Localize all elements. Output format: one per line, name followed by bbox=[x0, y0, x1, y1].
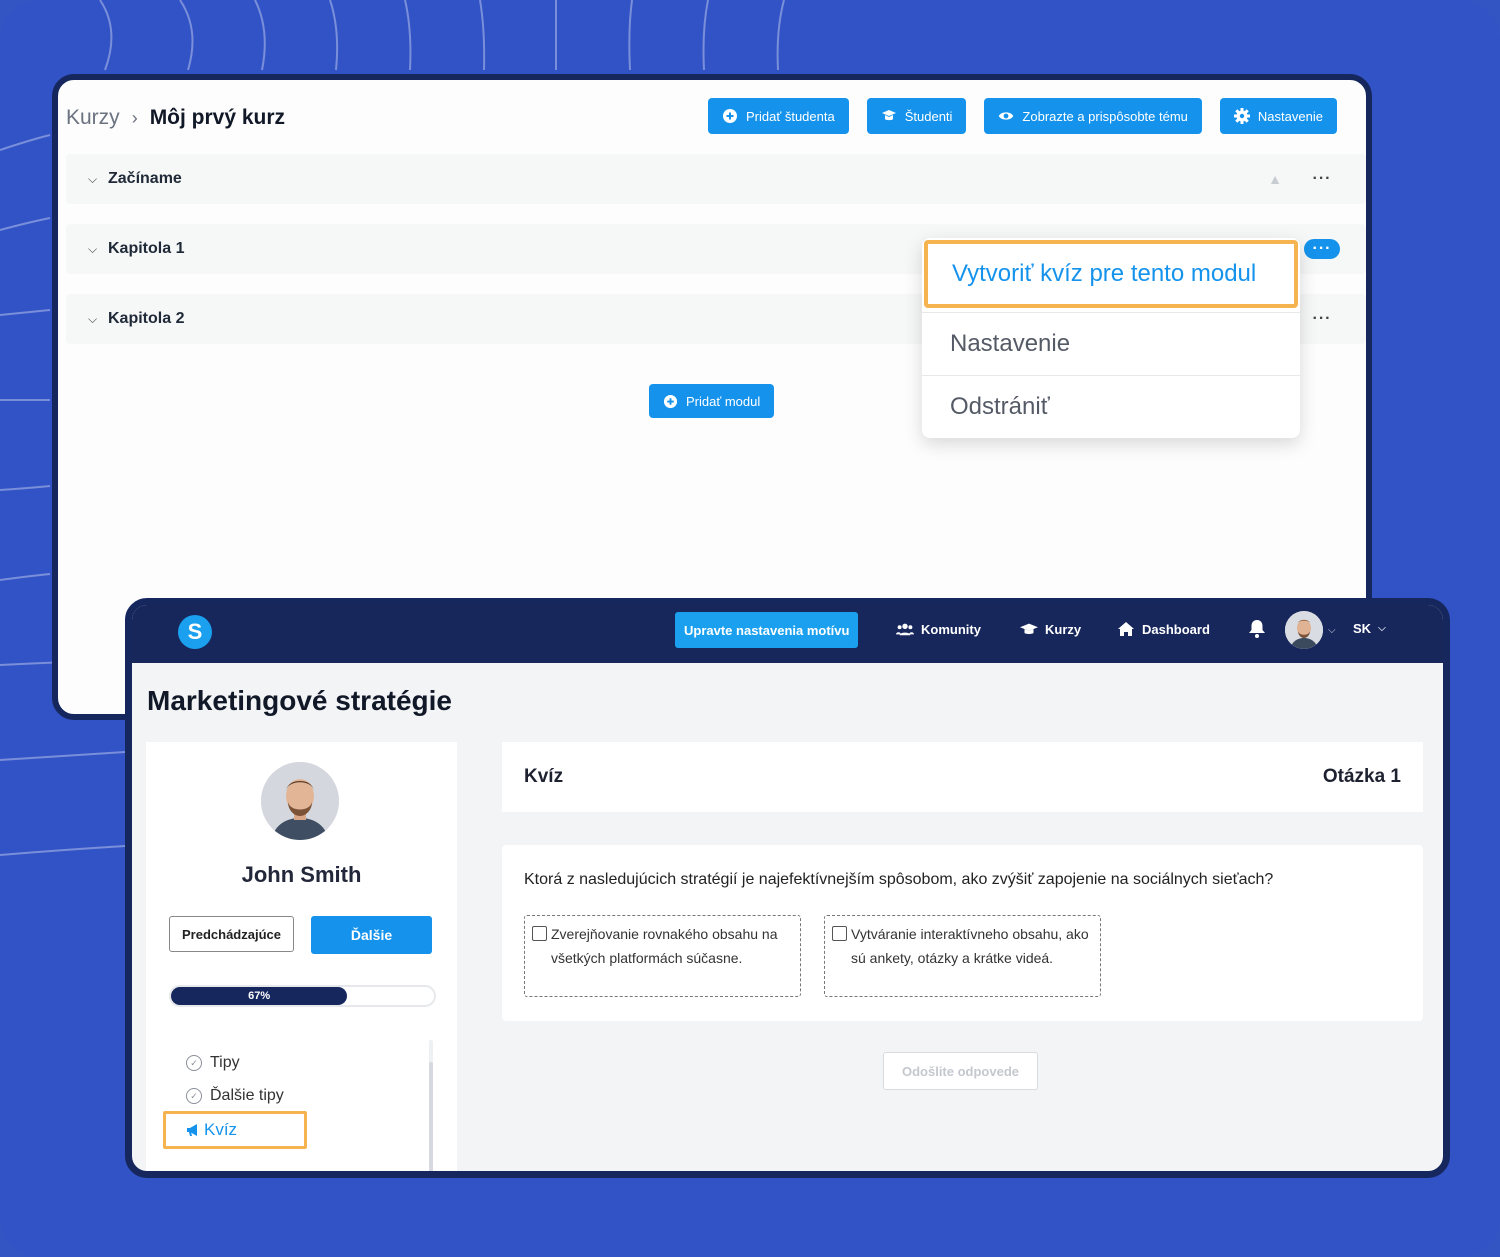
check-circle-icon: ✓ bbox=[186, 1055, 202, 1071]
question-number: Otázka 1 bbox=[1322, 766, 1401, 787]
add-student-label: Pridať študenta bbox=[746, 108, 835, 124]
home-icon bbox=[1118, 622, 1134, 636]
gear-icon bbox=[1233, 108, 1250, 124]
menu-item-settings[interactable]: Nastavenie bbox=[922, 312, 1300, 375]
graduation-cap-icon bbox=[1020, 623, 1038, 634]
next-button[interactable]: Ďalšie bbox=[311, 916, 432, 954]
graduation-cap-icon[interactable]: ▲ bbox=[1268, 171, 1282, 187]
eye-icon bbox=[999, 112, 1014, 120]
settings-button[interactable]: Nastavenie bbox=[1219, 98, 1337, 134]
avatar-image bbox=[261, 762, 339, 840]
section-menu-button-active[interactable]: ··· bbox=[1304, 239, 1340, 259]
logo[interactable]: S bbox=[178, 615, 212, 649]
answer-option[interactable]: Vytváranie interaktívneho obsahu, ako sú… bbox=[824, 915, 1101, 997]
theme-button[interactable]: Zobrazte a prispôsobte tému bbox=[984, 98, 1202, 134]
add-student-button[interactable]: Pridať študenta bbox=[708, 98, 849, 134]
answer-text: Zverejňovanie rovnakého obsahu na všetký… bbox=[551, 926, 778, 966]
question-text: Ktorá z nasledujúcich stratégií je najef… bbox=[524, 871, 1274, 888]
submit-answers-button[interactable]: Odošlite odpovede bbox=[883, 1052, 1038, 1090]
menu-item-create-quiz[interactable]: Vytvoriť kvíz pre tento modul bbox=[924, 240, 1298, 308]
section-title: Kapitola 1 bbox=[108, 240, 185, 257]
learner-view-window: S Upravte nastavenia motívu Komunity Kur… bbox=[125, 598, 1450, 1178]
answer-text: Vytváranie interaktívneho obsahu, ako sú… bbox=[851, 926, 1089, 966]
chevron-down-icon[interactable]: ⌵ bbox=[1328, 625, 1336, 636]
lesson-item-active[interactable]: Kvíz bbox=[163, 1111, 307, 1149]
menu-item-delete[interactable]: Odstrániť bbox=[922, 375, 1300, 438]
students-icon bbox=[881, 110, 896, 121]
section-zaciname[interactable]: ⌵ Začíname ▲ ··· bbox=[66, 154, 1366, 204]
students-button[interactable]: Študenti bbox=[866, 98, 967, 134]
checkbox[interactable] bbox=[832, 926, 847, 941]
language-label: SK bbox=[1353, 621, 1372, 636]
chevron-down-icon[interactable]: ⌵ bbox=[88, 312, 102, 327]
add-module-label: Pridať modul bbox=[686, 393, 761, 409]
nav-communities[interactable]: Komunity bbox=[896, 621, 981, 637]
avatar bbox=[261, 762, 339, 840]
theme-label: Zobrazte a prispôsobte tému bbox=[1022, 108, 1188, 124]
chevron-down-icon[interactable]: ⌵ bbox=[88, 172, 102, 187]
lesson-label: Ďalšie tipy bbox=[210, 1087, 284, 1104]
section-title: Začíname bbox=[108, 170, 182, 187]
settings-label: Nastavenie bbox=[1257, 108, 1323, 124]
section-title: Kapitola 2 bbox=[108, 310, 185, 327]
active-lesson-label: Kvíz bbox=[204, 1120, 238, 1139]
progress-bar: 67% bbox=[169, 985, 436, 1007]
students-label: Študenti bbox=[904, 108, 953, 124]
nav-dashboard-label: Dashboard bbox=[1142, 621, 1210, 637]
check-circle-icon: ✓ bbox=[186, 1088, 202, 1104]
section-menu-button[interactable]: ··· bbox=[1304, 169, 1340, 189]
nav-courses[interactable]: Kurzy bbox=[1020, 621, 1081, 637]
megaphone-icon bbox=[187, 1124, 197, 1136]
plus-circle-icon bbox=[723, 109, 737, 123]
chevron-right-icon: › bbox=[131, 107, 138, 128]
lesson-item[interactable]: ✓ Ďalšie tipy bbox=[186, 1087, 284, 1105]
top-navbar: S Upravte nastavenia motívu Komunity Kur… bbox=[132, 605, 1443, 663]
avatar-image bbox=[1285, 611, 1323, 649]
page-title: Marketingové stratégie bbox=[147, 685, 452, 716]
breadcrumb: Kurzy › Môj prvý kurz bbox=[66, 106, 285, 130]
nav-courses-label: Kurzy bbox=[1045, 621, 1082, 637]
plus-circle-icon bbox=[663, 394, 678, 408]
nav-dashboard[interactable]: Dashboard bbox=[1117, 621, 1210, 637]
question-card: Ktorá z nasledujúcich stratégií je najef… bbox=[502, 845, 1423, 1021]
quiz-title: Kvíz bbox=[524, 766, 564, 787]
breadcrumb-root[interactable]: Kurzy bbox=[66, 106, 120, 130]
breadcrumb-current: Môj prvý kurz bbox=[149, 106, 286, 129]
lesson-label: Tipy bbox=[210, 1054, 240, 1071]
bell-icon[interactable] bbox=[1248, 619, 1266, 639]
progress-fill: 67% bbox=[171, 987, 348, 1005]
section-dropdown-menu: Vytvoriť kvíz pre tento modul Nastavenie… bbox=[922, 238, 1300, 438]
previous-button[interactable]: Predchádzajúce bbox=[169, 916, 294, 952]
language-selector[interactable]: SK ⌵ bbox=[1353, 621, 1386, 636]
scrollbar-thumb[interactable] bbox=[429, 1062, 433, 1171]
users-icon bbox=[896, 623, 914, 636]
checkbox[interactable] bbox=[532, 926, 547, 941]
answer-option[interactable]: Zverejňovanie rovnakého obsahu na všetký… bbox=[524, 915, 801, 997]
add-module-button[interactable]: Pridať modul bbox=[649, 384, 775, 418]
edit-theme-button[interactable]: Upravte nastavenia motívu bbox=[675, 612, 859, 648]
chevron-down-icon: ⌵ bbox=[1378, 623, 1386, 634]
course-sidebar: John Smith Predchádzajúce Ďalšie 67% ✓ T… bbox=[146, 742, 457, 1171]
nav-communities-label: Komunity bbox=[921, 621, 981, 637]
lesson-item[interactable]: ✓ Tipy bbox=[186, 1054, 240, 1072]
user-name: John Smith bbox=[241, 862, 362, 887]
editor-toolbar: Pridať študenta Študenti Zobrazte a pris… bbox=[708, 98, 1337, 134]
user-avatar[interactable] bbox=[1285, 611, 1323, 649]
section-menu-button[interactable]: ··· bbox=[1304, 309, 1340, 329]
chevron-down-icon[interactable]: ⌵ bbox=[88, 242, 102, 257]
quiz-header: Kvíz Otázka 1 bbox=[502, 742, 1423, 812]
